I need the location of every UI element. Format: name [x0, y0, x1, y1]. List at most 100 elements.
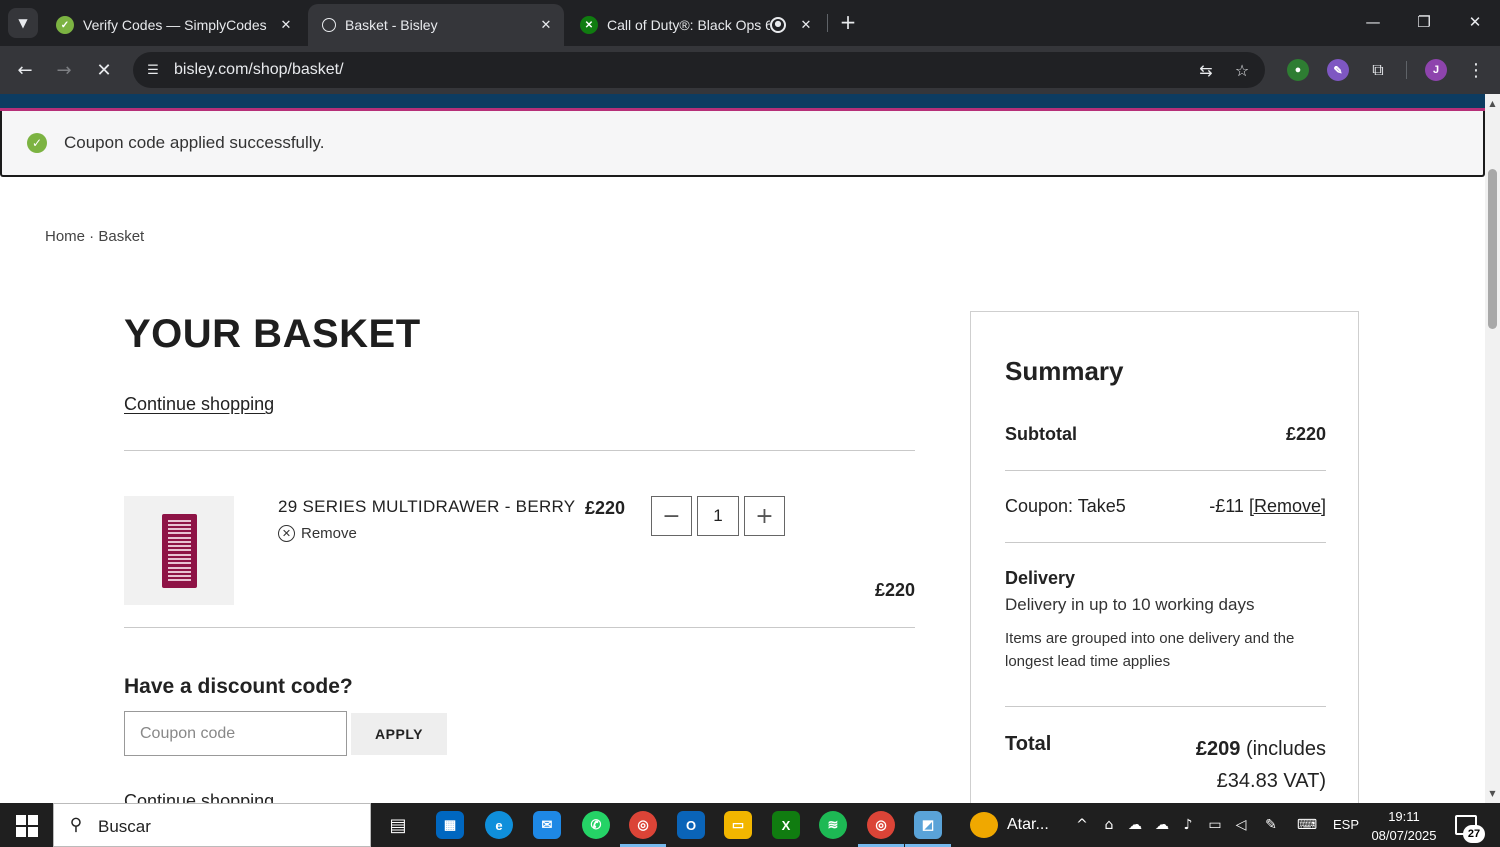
page-scrollbar[interactable]: ▲ ▼: [1485, 94, 1500, 803]
site-info-icon[interactable]: ☰: [143, 60, 163, 80]
clock[interactable]: 19:11 08/07/2025: [1366, 807, 1442, 845]
extension-purple-icon[interactable]: ✎: [1327, 59, 1349, 81]
close-tab-icon[interactable]: ✕: [796, 18, 816, 33]
recording-icon: ●: [770, 17, 786, 33]
product-price: £220: [585, 498, 626, 518]
url-text[interactable]: bisley.com/shop/basket/: [174, 61, 344, 79]
pen-icon[interactable]: ✎: [1261, 815, 1281, 835]
scrollbar-thumb[interactable]: [1488, 169, 1497, 329]
profile-initial: J: [1432, 64, 1440, 76]
subtotal-row: Subtotal £220: [1005, 424, 1326, 445]
mail-icon[interactable]: ✉: [533, 811, 561, 839]
remove-item-button[interactable]: ✕ Remove: [278, 525, 357, 542]
new-tab-button[interactable]: +: [836, 10, 860, 34]
spotify-icon[interactable]: ≋: [819, 811, 847, 839]
edge-browser-icon[interactable]: e: [485, 811, 513, 839]
total-vat-line2: £34.83 VAT): [1216, 770, 1326, 792]
microsoft-store-icon[interactable]: ▦: [436, 811, 464, 839]
product-image[interactable]: [124, 496, 234, 605]
tab-title: Basket - Bisley: [345, 17, 438, 33]
simplycodes-favicon-icon: ✓: [56, 16, 74, 34]
remove-coupon-link[interactable]: [Remove]: [1249, 496, 1326, 516]
extensions-puzzle-icon[interactable]: ⧉: [1364, 56, 1392, 84]
profile-avatar[interactable]: J: [1425, 59, 1447, 81]
clock-time: 19:11: [1388, 809, 1420, 824]
volume-icon[interactable]: ◁: [1231, 815, 1251, 835]
browser-menu-icon[interactable]: ⋮: [1462, 56, 1490, 84]
breadcrumb-current: Basket: [98, 228, 145, 245]
tab-call-of-duty[interactable]: ✕ Call of Duty®: Black Ops 6 - ● ✕: [566, 4, 824, 46]
breadcrumb-home[interactable]: Home: [45, 228, 85, 245]
file-explorer-icon[interactable]: ▭: [724, 811, 752, 839]
microphone-icon[interactable]: ♪: [1178, 815, 1198, 835]
snipping-tool-icon[interactable]: ◩: [914, 811, 942, 839]
network-icon[interactable]: ▭: [1205, 815, 1225, 835]
divider: [1005, 542, 1326, 543]
back-button[interactable]: ←: [11, 56, 39, 84]
breadcrumb: Home · Basket: [45, 228, 144, 245]
delivery-note: Items are grouped into one delivery and …: [1005, 630, 1295, 670]
outlook-icon[interactable]: O: [677, 811, 705, 839]
close-window-button[interactable]: ✕: [1458, 8, 1492, 36]
tab-basket-bisley[interactable]: Basket - Bisley ✕: [308, 4, 564, 46]
notice-message: Coupon code applied successfully.: [64, 133, 325, 152]
continue-shopping-link[interactable]: Continue shopping: [124, 394, 274, 415]
quantity-value[interactable]: 1: [697, 496, 739, 536]
line-total: £220: [874, 580, 915, 600]
taskbar-search[interactable]: ⚲ Buscar: [53, 803, 371, 847]
weather-icon[interactable]: [970, 812, 998, 838]
close-tab-icon[interactable]: ✕: [276, 18, 296, 33]
tab-simplycodes[interactable]: ✓ Verify Codes — SimplyCodes ✕: [42, 4, 304, 46]
site-header-stripe: [0, 94, 1485, 108]
quantity-decrease-button[interactable]: −: [651, 496, 692, 536]
total-amount: £209: [1195, 738, 1241, 760]
keyboard-icon[interactable]: ⌨: [1294, 815, 1320, 835]
xbox-app-icon[interactable]: X: [772, 811, 800, 839]
chrome-profile-p-icon[interactable]: ◎: [867, 811, 895, 839]
weather-text[interactable]: Atar...: [1007, 816, 1049, 834]
windows-taskbar: ⚲ Buscar ▤ ▦ e ✉ ✆ ◎ O ▭ X ≋ ◎ ◩ Atar...…: [0, 803, 1500, 847]
coupon-amount-group: -£11 [Remove]: [1209, 496, 1326, 517]
total-vat-line1: (includes: [1240, 738, 1326, 760]
minimize-button[interactable]: —: [1356, 8, 1390, 36]
windows-start-icon[interactable]: [16, 815, 38, 837]
close-tab-icon[interactable]: ✕: [536, 18, 556, 33]
success-notice: ✓ Coupon code applied successfully.: [0, 111, 1485, 177]
web-page: ✓ Coupon code applied successfully. Home…: [0, 94, 1485, 803]
apply-coupon-button[interactable]: APPLY: [351, 713, 447, 755]
address-bar[interactable]: ☰ bisley.com/shop/basket/ ⇆ ☆: [133, 52, 1265, 88]
tab-separator: [827, 14, 828, 32]
xbox-favicon-icon: ✕: [580, 16, 598, 34]
scroll-up-icon[interactable]: ▲: [1485, 96, 1500, 110]
onedrive-icon[interactable]: ☁: [1152, 815, 1172, 835]
total-label: Total: [1005, 733, 1052, 755]
notification-count-badge: 27: [1463, 825, 1485, 843]
quantity-increase-button[interactable]: +: [744, 496, 785, 536]
browser-toolbar: ← → ✕ ☰ bisley.com/shop/basket/ ⇆ ☆ ● ✎ …: [0, 46, 1500, 94]
translate-icon[interactable]: ⇆: [1195, 59, 1217, 81]
stop-loading-button[interactable]: ✕: [90, 56, 118, 84]
forward-button[interactable]: →: [50, 56, 78, 84]
tab-search-button[interactable]: ▼: [8, 8, 38, 38]
page-title: YOUR BASKET: [124, 312, 421, 356]
scroll-down-icon[interactable]: ▼: [1485, 786, 1500, 800]
coupon-row: Coupon: Take5 -£11 [Remove]: [1005, 496, 1326, 517]
bookmark-star-icon[interactable]: ☆: [1231, 59, 1253, 81]
tray-overflow-icon[interactable]: ^: [1072, 815, 1092, 835]
summary-heading: Summary: [1005, 356, 1124, 386]
cloud-offline-icon[interactable]: ☁: [1125, 815, 1145, 835]
browser-tab-bar: ▼ ✓ Verify Codes — SimplyCodes ✕ Basket …: [0, 0, 1500, 46]
product-name[interactable]: 29 SERIES MULTIDRAWER - BERRY: [278, 497, 575, 517]
extension-green-icon[interactable]: ●: [1287, 59, 1309, 81]
restore-button[interactable]: ❐: [1407, 8, 1441, 36]
search-icon: ⚲: [69, 815, 83, 835]
task-view-icon[interactable]: ▤: [384, 811, 412, 839]
input-language[interactable]: ESP: [1333, 817, 1359, 832]
chrome-profile-j-icon[interactable]: ◎: [629, 811, 657, 839]
coupon-code-input[interactable]: [124, 711, 347, 756]
meet-now-icon[interactable]: ⌂: [1099, 815, 1119, 835]
continue-shopping-link-bottom[interactable]: Continue shopping: [124, 791, 274, 803]
coupon-value: -£11: [1209, 496, 1244, 516]
divider: [124, 627, 915, 628]
whatsapp-icon[interactable]: ✆: [582, 811, 610, 839]
